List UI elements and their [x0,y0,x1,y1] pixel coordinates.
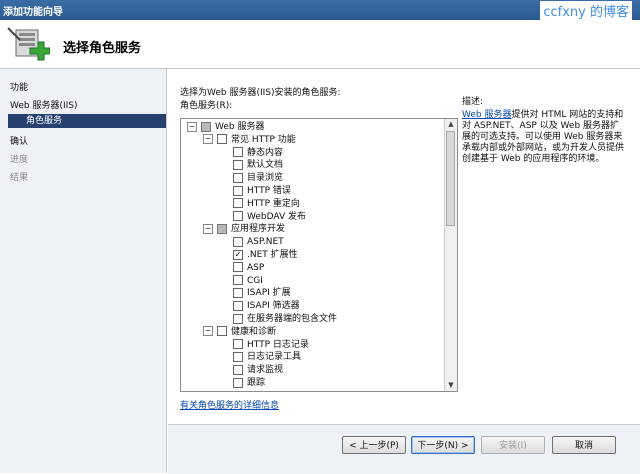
checkbox[interactable] [233,262,243,273]
window-title: 添加功能向导 [3,7,63,18]
checkbox[interactable] [233,300,243,311]
tree-row-label: .NET 扩展性 [247,250,298,260]
tree-row-label: Web 服务器 [215,122,265,132]
checkbox[interactable] [233,313,243,324]
next-button[interactable]: 下一步(N) > [411,436,475,454]
wizard-header: 选择角色服务 [0,20,640,69]
checkbox[interactable] [233,211,243,222]
tree-row-label: HTTP 日志记录 [247,339,309,350]
checkbox[interactable] [233,351,243,362]
instruction-text: 选择为Web 服务器(IIS)安装的角色服务: [180,88,341,98]
nav-item-confirm[interactable]: 确认 [10,134,28,147]
tree-row-label: ISAPI 筛选器 [247,301,300,312]
role-services-tree[interactable]: − Web 服务器 − 常见 HTTP 功能 静态内容 默认文档 目录浏览 HTTP 错误 HT… [180,118,458,392]
tree-row-label: 请求监视 [247,365,284,376]
page-title: 选择角色服务 [63,41,142,56]
tree-row-label: WebDAV 发布 [247,211,306,222]
tree-row-label: HTTP 错误 [247,186,291,196]
tree-row[interactable]: − 健康和诊断 [203,326,276,338]
tree-row[interactable]: 日志记录工具 [219,351,301,363]
tree-row[interactable]: ISAPI 筛选器 [219,300,300,312]
tree-row-label: 日志记录工具 [247,352,302,363]
description-heading: 描述: [462,97,484,107]
checkbox[interactable] [233,236,243,247]
collapse-icon[interactable]: − [187,121,197,132]
nav-item-role-services[interactable]: 角色服务 [8,114,166,128]
nav-item-progress: 进度 [10,155,29,165]
tree-row[interactable]: ASP.NET [219,236,284,248]
scroll-down-icon[interactable]: ▼ [445,380,457,391]
collapse-icon[interactable]: − [203,134,213,145]
nav-item-features[interactable]: 功能 [10,80,28,93]
tree-row[interactable]: − 常见 HTTP 功能 [203,134,296,146]
checkbox[interactable] [233,364,243,375]
scroll-up-icon[interactable]: ▲ [445,119,457,130]
tree-row[interactable]: 请求监视 [219,364,283,376]
title-bar: 添加功能向导 ccfxny 的博客 [0,0,640,20]
back-button[interactable]: < 上一步(P) [342,436,406,454]
install-button[interactable]: 安装(I) [481,436,545,454]
checkbox[interactable] [233,287,243,298]
tree-row[interactable]: ASP [219,262,264,274]
tree-row[interactable]: HTTP 日志记录 [219,339,309,351]
tree-row[interactable]: 跟踪 [219,377,265,389]
checkbox[interactable] [233,275,243,286]
role-services-label: 角色服务(R): [180,101,233,111]
tree-row-label: 常见 HTTP 功能 [231,134,296,145]
scroll-thumb[interactable] [446,131,455,226]
cancel-button[interactable]: 取消 [552,436,616,454]
tree-row[interactable]: − Web 服务器 [187,121,264,133]
checkbox[interactable] [233,159,243,170]
tree-row[interactable]: ISAPI 扩展 [219,287,291,299]
checkbox[interactable] [217,223,227,234]
checkbox[interactable] [217,134,227,145]
collapse-icon[interactable]: − [203,223,213,234]
web-server-link[interactable]: Web 服务器 [462,110,511,120]
checkbox[interactable] [201,121,211,132]
tree-row[interactable]: HTTP 错误 [219,185,291,197]
tree-row-label: 健康和诊断 [231,326,277,337]
checkbox[interactable] [233,198,243,209]
tree-row-label: 目录浏览 [247,173,284,184]
tree-row-label: 应用程序开发 [231,224,286,235]
wizard-nav [0,69,167,473]
tree-row-label: 默认文档 [247,160,284,171]
tree-row-label: ISAPI 扩展 [247,288,291,299]
tree-row-label: 静态内容 [247,147,284,158]
nav-item-results: 结果 [10,173,29,183]
tree-scrollbar[interactable]: ▲ ▼ [444,119,457,391]
checkbox[interactable] [217,326,227,337]
tree-row[interactable]: 默认文档 [219,159,283,171]
watermark: ccfxny 的博客 [540,1,632,20]
tree-row[interactable]: − 应用程序开发 [203,223,285,235]
more-info-link[interactable]: 有关角色服务的详细信息 [180,398,279,411]
tree-row[interactable]: 静态内容 [219,147,283,159]
tree-row[interactable]: 目录浏览 [219,172,283,184]
tree-row-label: ASP.NET [247,237,284,248]
tree-row[interactable]: HTTP 重定向 [219,198,300,210]
description-panel: 描述: Web 服务器提供对 HTML 网站的支持和对 ASP.NET、ASP … [462,97,627,165]
tree-row[interactable]: 在服务器端的包含文件 [219,313,337,325]
checkbox[interactable] [233,172,243,183]
tree-row-label: HTTP 重定向 [247,198,300,209]
tree-row-label: ASP [247,262,265,273]
collapse-icon[interactable]: − [203,326,213,337]
checkbox[interactable] [233,147,243,158]
checkbox[interactable] [233,185,243,196]
checkbox[interactable] [233,377,243,388]
tree-row-label: CGI [247,275,263,286]
tree-row[interactable]: .NET 扩展性 [219,249,298,261]
tree-row[interactable]: WebDAV 发布 [219,211,306,223]
tree-row[interactable]: CGI [219,275,263,287]
wizard-icon [7,27,50,61]
tree-row-label: 在服务器端的包含文件 [247,314,338,324]
checkbox[interactable] [233,339,243,350]
checkbox[interactable] [233,249,243,260]
tree-row-label: 跟踪 [247,378,266,388]
nav-item-web-server[interactable]: Web 服务器(IIS) [10,98,78,111]
